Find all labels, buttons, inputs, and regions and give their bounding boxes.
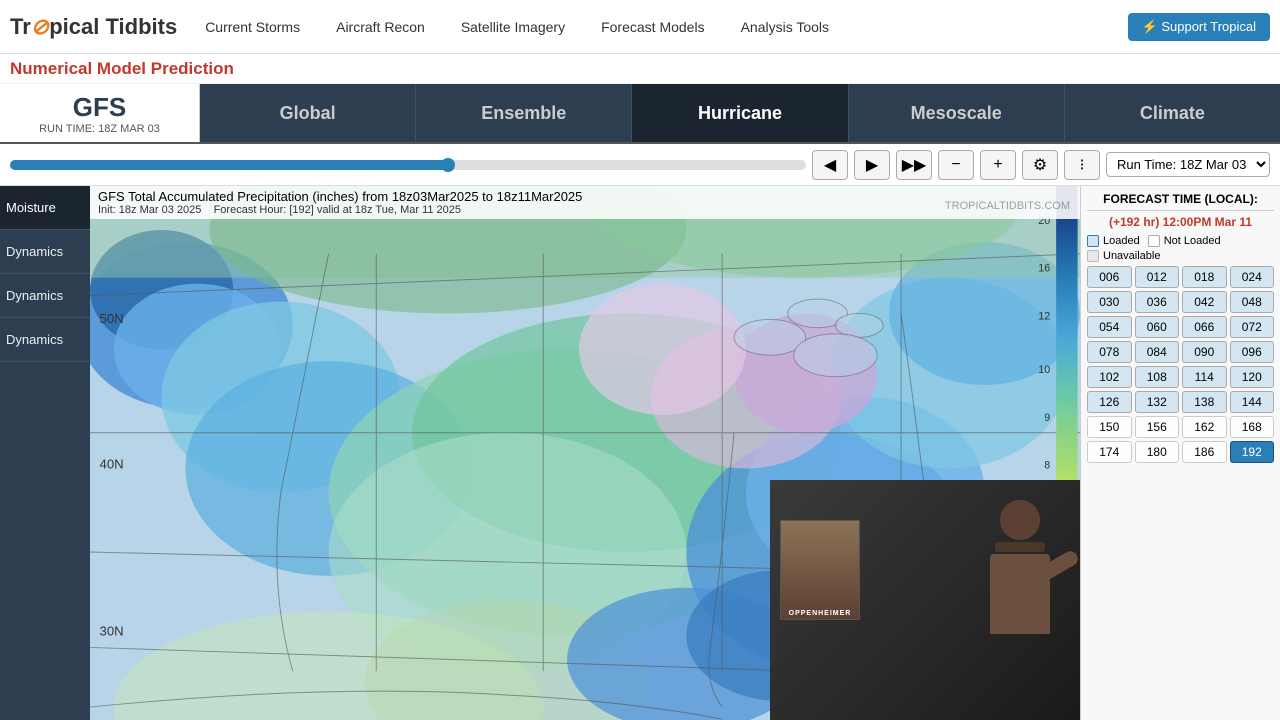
timeline-handle[interactable] — [441, 158, 455, 172]
fhour-btn-006[interactable]: 006 — [1087, 266, 1132, 288]
fhour-btn-192[interactable]: 192 — [1230, 441, 1275, 463]
map-info: GFS Total Accumulated Precipitation (inc… — [90, 186, 1080, 219]
map-meta: Init: 18z Mar 03 2025 Forecast Hour: [19… — [98, 204, 1072, 216]
model-tabs: Global Ensemble Hurricane Mesoscale Clim… — [200, 84, 1280, 142]
header: Tr⊘pical Tidbits Current Storms Aircraft… — [0, 0, 1280, 54]
fhour-btn-162[interactable]: 162 — [1182, 416, 1227, 438]
legend-row: Loaded Not Loaded — [1087, 235, 1274, 247]
svg-text:8: 8 — [1044, 460, 1050, 472]
oppenheimer-poster: OPPENHEIMER — [780, 520, 860, 620]
fhour-btn-186[interactable]: 186 — [1182, 441, 1227, 463]
controls-bar: ◀ ▶ ▶▶ − + ⚙ ⁝ Run Time: 18Z Mar 03 Run … — [0, 144, 1280, 186]
fhour-btn-054[interactable]: 054 — [1087, 316, 1132, 338]
nav-analysis-tools[interactable]: Analysis Tools — [733, 14, 837, 40]
fhour-btn-114[interactable]: 114 — [1182, 366, 1227, 388]
grid-button[interactable]: ⁝ — [1064, 150, 1100, 180]
fhour-btn-102[interactable]: 102 — [1087, 366, 1132, 388]
timeline-fill — [10, 160, 448, 170]
nav-aircraft-recon[interactable]: Aircraft Recon — [328, 14, 433, 40]
tab-hurricane[interactable]: Hurricane — [632, 84, 848, 142]
prev-button[interactable]: ◀ — [812, 150, 848, 180]
fhour-btn-012[interactable]: 012 — [1135, 266, 1180, 288]
nav-satellite-imagery[interactable]: Satellite Imagery — [453, 14, 573, 40]
fhour-btn-144[interactable]: 144 — [1230, 391, 1275, 413]
fhour-btn-174[interactable]: 174 — [1087, 441, 1132, 463]
forecast-time-label: FORECAST TIME (LOCAL): — [1087, 192, 1274, 211]
timeline-slider[interactable] — [10, 160, 806, 170]
watermark: TROPICALTIDBITS.COM — [945, 200, 1070, 212]
fhour-btn-024[interactable]: 024 — [1230, 266, 1275, 288]
not-loaded-dot — [1148, 235, 1160, 247]
sidebar-item-dynamics1[interactable]: Dynamics — [0, 230, 90, 274]
sidebar-item-moisture[interactable]: Moisture — [0, 186, 90, 230]
fhour-btn-090[interactable]: 090 — [1182, 341, 1227, 363]
fhour-btn-126[interactable]: 126 — [1087, 391, 1132, 413]
right-panel: FORECAST TIME (LOCAL): (+192 hr) 12:00PM… — [1080, 186, 1280, 720]
tab-climate[interactable]: Climate — [1065, 84, 1280, 142]
fhour-btn-072[interactable]: 072 — [1230, 316, 1275, 338]
fhour-btn-180[interactable]: 180 — [1135, 441, 1180, 463]
fhour-btn-168[interactable]: 168 — [1230, 416, 1275, 438]
fhour-btn-138[interactable]: 138 — [1182, 391, 1227, 413]
minus-button[interactable]: − — [938, 150, 974, 180]
fhour-btn-150[interactable]: 150 — [1087, 416, 1132, 438]
forecast-time-value: (+192 hr) 12:00PM Mar 11 — [1087, 215, 1274, 229]
webcam-background: OPPENHEIMER — [770, 480, 1080, 720]
sub-header: Numerical Model Prediction — [0, 54, 1280, 84]
play-button[interactable]: ▶ — [854, 150, 890, 180]
fhour-btn-132[interactable]: 132 — [1135, 391, 1180, 413]
unavailable-row: Unavailable — [1087, 250, 1274, 262]
nav-forecast-models[interactable]: Forecast Models — [593, 14, 712, 40]
fhour-btn-084[interactable]: 084 — [1135, 341, 1180, 363]
forecast-hour-grid: 0060120180240300360420480540600660720780… — [1087, 266, 1274, 463]
svg-text:16: 16 — [1038, 263, 1050, 275]
map-area: GFS Total Accumulated Precipitation (inc… — [90, 186, 1080, 720]
next-button[interactable]: ▶▶ — [896, 150, 932, 180]
loaded-dot — [1087, 235, 1099, 247]
fhour-btn-108[interactable]: 108 — [1135, 366, 1180, 388]
fhour-btn-042[interactable]: 042 — [1182, 291, 1227, 313]
support-button[interactable]: ⚡ Support Tropical — [1128, 13, 1270, 41]
sidebar-item-dynamics2[interactable]: Dynamics — [0, 274, 90, 318]
svg-text:9: 9 — [1044, 412, 1050, 424]
logo[interactable]: Tr⊘pical Tidbits — [10, 14, 177, 40]
fhour-btn-036[interactable]: 036 — [1135, 291, 1180, 313]
run-time-select[interactable]: Run Time: 18Z Mar 03 Run Time: 12Z Mar 0… — [1106, 152, 1270, 177]
tab-global[interactable]: Global — [200, 84, 416, 142]
model-label: GFS RUN TIME: 18Z MAR 03 — [0, 84, 200, 142]
unavailable-label: Unavailable — [1103, 250, 1160, 262]
main-content: Moisture Dynamics Dynamics Dynamics GFS … — [0, 186, 1280, 720]
not-loaded-label: Not Loaded — [1164, 235, 1221, 247]
fhour-btn-120[interactable]: 120 — [1230, 366, 1275, 388]
tab-ensemble[interactable]: Ensemble — [416, 84, 632, 142]
webcam-overlay: OPPENHEIMER — [770, 480, 1080, 720]
sidebar-item-dynamics3[interactable]: Dynamics — [0, 318, 90, 362]
plus-button[interactable]: + — [980, 150, 1016, 180]
page-title: Numerical Model Prediction — [10, 59, 234, 79]
sidebar: Moisture Dynamics Dynamics Dynamics — [0, 186, 90, 720]
fhour-btn-030[interactable]: 030 — [1087, 291, 1132, 313]
main-nav: Current Storms Aircraft Recon Satellite … — [197, 14, 1127, 40]
fhour-btn-096[interactable]: 096 — [1230, 341, 1275, 363]
model-area: GFS RUN TIME: 18Z MAR 03 Global Ensemble… — [0, 84, 1280, 144]
fhour-btn-060[interactable]: 060 — [1135, 316, 1180, 338]
fhour-btn-048[interactable]: 048 — [1230, 291, 1275, 313]
fhour-btn-018[interactable]: 018 — [1182, 266, 1227, 288]
settings-button[interactable]: ⚙ — [1022, 150, 1058, 180]
svg-text:12: 12 — [1038, 310, 1050, 322]
model-name: GFS — [73, 92, 126, 123]
fhour-btn-066[interactable]: 066 — [1182, 316, 1227, 338]
fhour-btn-156[interactable]: 156 — [1135, 416, 1180, 438]
svg-text:40N: 40N — [100, 457, 124, 472]
loaded-label: Loaded — [1103, 235, 1140, 247]
model-run-time: RUN TIME: 18Z MAR 03 — [39, 123, 160, 135]
svg-text:30N: 30N — [100, 623, 124, 638]
nav-current-storms[interactable]: Current Storms — [197, 14, 308, 40]
map-title: GFS Total Accumulated Precipitation (inc… — [98, 189, 1072, 204]
svg-text:10: 10 — [1038, 364, 1050, 376]
unavailable-dot — [1087, 250, 1099, 262]
fhour-btn-078[interactable]: 078 — [1087, 341, 1132, 363]
tab-mesoscale[interactable]: Mesoscale — [849, 84, 1065, 142]
svg-text:50N: 50N — [100, 311, 124, 326]
